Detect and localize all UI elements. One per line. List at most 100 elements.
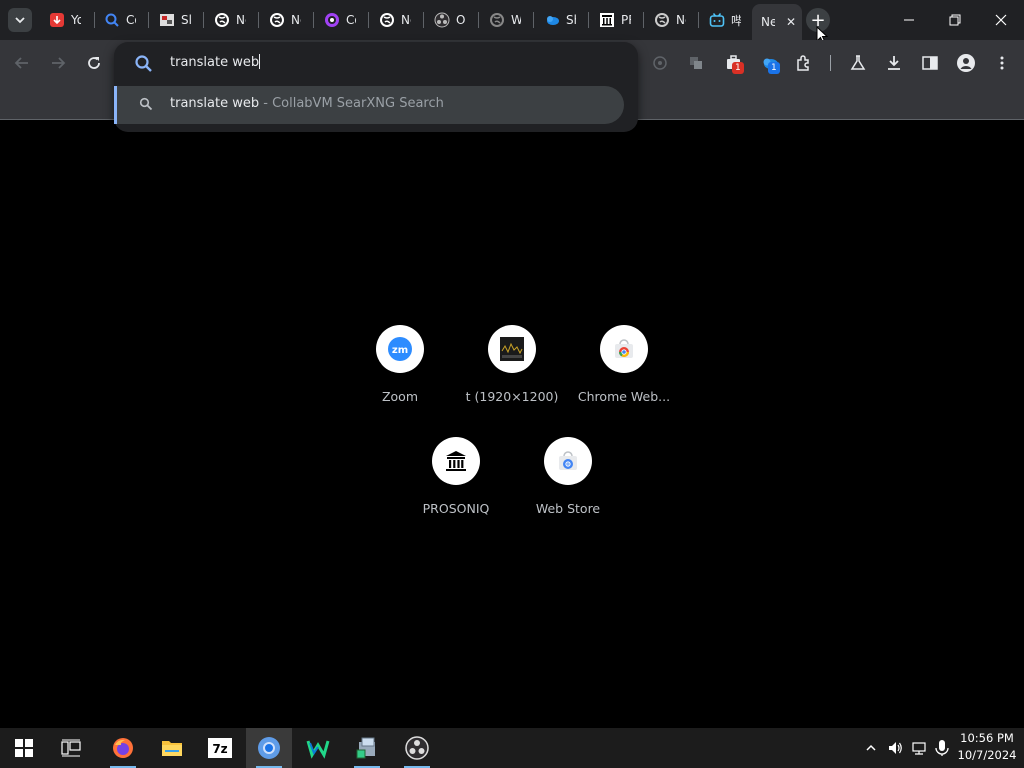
waveform-thumbnail-icon [500, 337, 524, 361]
taskbar-clock[interactable]: 10:56 PM 10/7/2024 [956, 730, 1018, 764]
extension-badge: 1 [732, 62, 744, 74]
browser-tab[interactable]: Co [95, 6, 149, 34]
taskbar-chrome[interactable] [246, 728, 292, 768]
podcast-icon [324, 12, 340, 28]
taskbar-firefox[interactable] [100, 728, 146, 768]
tab-title: 哔 [731, 13, 741, 28]
museum-icon [444, 449, 468, 473]
tab-close-button[interactable]: ✕ [786, 15, 796, 29]
lens-extension-button[interactable] [647, 50, 673, 76]
side-panel-button[interactable] [917, 50, 943, 76]
suggestion-engine: CollabVM SearXNG Search [272, 96, 444, 111]
arrow-left-icon [14, 57, 28, 69]
active-tab[interactable]: Ne ✕ [752, 4, 802, 40]
tab-title: Ne [236, 13, 246, 27]
shortcut-tile-chrome-web-store[interactable]: Chrome Web... [568, 325, 680, 425]
flask-icon [850, 55, 866, 70]
network-button[interactable] [908, 728, 930, 768]
shortcut-label: PROSONIQ [422, 501, 490, 516]
forward-button[interactable] [45, 50, 71, 76]
chrome-web-store-icon [559, 451, 577, 470]
search-icon [135, 55, 152, 72]
browser-tab[interactable]: Ne [260, 6, 314, 34]
shortcut-tile-prosoniq[interactable]: PROSONIQ [400, 437, 512, 537]
clock-date: 10/7/2024 [957, 748, 1017, 762]
browser-tab[interactable]: Sh [535, 6, 589, 34]
omnibox-input[interactable]: translate web [170, 54, 261, 72]
microphone-button[interactable] [932, 728, 952, 768]
shortcut-icon-circle [432, 437, 480, 485]
browser-tab[interactable]: Ne [370, 6, 424, 34]
obs-icon [434, 12, 450, 28]
tab-separator [148, 12, 149, 28]
browser-tab[interactable]: 哔 [700, 6, 754, 34]
youtube-download-icon [49, 12, 65, 28]
tab-title: Yo [71, 13, 81, 27]
taskbar-obs[interactable] [394, 728, 440, 768]
extension-button[interactable]: 1 [757, 50, 783, 76]
browser-tab[interactable]: PR [590, 6, 644, 34]
volume-button[interactable] [884, 728, 906, 768]
browser-tab[interactable]: Ne [205, 6, 259, 34]
firefox-icon [113, 738, 133, 758]
taskbar-webstorm[interactable] [295, 728, 341, 768]
globe-icon [489, 12, 505, 28]
tab-separator [313, 12, 314, 28]
browser-tab[interactable]: Wi [480, 6, 534, 34]
shortcut-icon-circle [544, 437, 592, 485]
globe-icon [269, 12, 285, 28]
downloads-button[interactable] [881, 50, 907, 76]
shortcut-tile-web-store[interactable]: Web Store [512, 437, 624, 537]
extension-button[interactable]: 1 [721, 50, 747, 76]
taskbar-installer[interactable] [344, 728, 390, 768]
chrome-icon [258, 737, 280, 759]
text-caret [259, 54, 261, 69]
shortcut-label: Zoom [381, 389, 419, 404]
browser-tab[interactable]: Yo [40, 6, 94, 34]
search-icon [139, 97, 153, 111]
start-button[interactable] [1, 728, 47, 768]
tab-separator [478, 12, 479, 28]
suggestion-query: translate web [170, 96, 260, 111]
tab-separator [643, 12, 644, 28]
shortcut-tile-zoom[interactable]: zm Zoom [344, 325, 456, 425]
close-window-button[interactable] [978, 0, 1024, 40]
speaker-icon [889, 742, 902, 754]
back-button[interactable] [9, 50, 35, 76]
shortcut-label: Web Store [535, 501, 601, 516]
labs-button[interactable] [845, 50, 871, 76]
globe-icon [214, 12, 230, 28]
extension-badge: 1 [768, 62, 780, 74]
svg-text:zm: zm [392, 345, 408, 356]
clock-time: 10:56 PM [960, 731, 1014, 745]
extensions-menu-button[interactable] [791, 50, 817, 76]
profile-button[interactable] [953, 50, 979, 76]
browser-tab[interactable]: Ne [645, 6, 699, 34]
windows-start-icon [15, 739, 33, 757]
tab-search-button[interactable] [8, 8, 32, 32]
minimize-button[interactable] [886, 0, 932, 40]
shortcut-tile-waveform[interactable]: t (1920×1200) [456, 325, 568, 425]
tab-title: Wi [511, 13, 521, 27]
copy-extension-button[interactable] [683, 50, 709, 76]
tab-strip: Yo Co Sl Ne Ne Co Ne OB Wi [0, 0, 1024, 44]
taskbar-7zip[interactable]: 7z [197, 728, 243, 768]
browser-tab[interactable]: OB [425, 6, 479, 34]
task-view-button[interactable] [48, 728, 94, 768]
shortcut-icon-circle [600, 325, 648, 373]
browser-tab[interactable]: Sl [150, 6, 204, 34]
more-vertical-icon [1000, 56, 1004, 70]
show-hidden-icons-button[interactable] [860, 728, 882, 768]
shortcut-label: Chrome Web... [577, 389, 671, 404]
close-icon [995, 14, 1007, 26]
reload-button[interactable] [81, 50, 107, 76]
taskbar-file-explorer[interactable] [149, 728, 195, 768]
chrome-menu-button[interactable] [989, 50, 1015, 76]
puzzle-icon [797, 55, 809, 71]
circle-dot-icon [653, 56, 667, 70]
cloud-icon [544, 12, 560, 28]
tab-separator [368, 12, 369, 28]
omnibox-suggestion[interactable]: translate web - CollabVM SearXNG Search [114, 86, 624, 124]
browser-tab[interactable]: Co [315, 6, 369, 34]
restore-button[interactable] [932, 0, 978, 40]
